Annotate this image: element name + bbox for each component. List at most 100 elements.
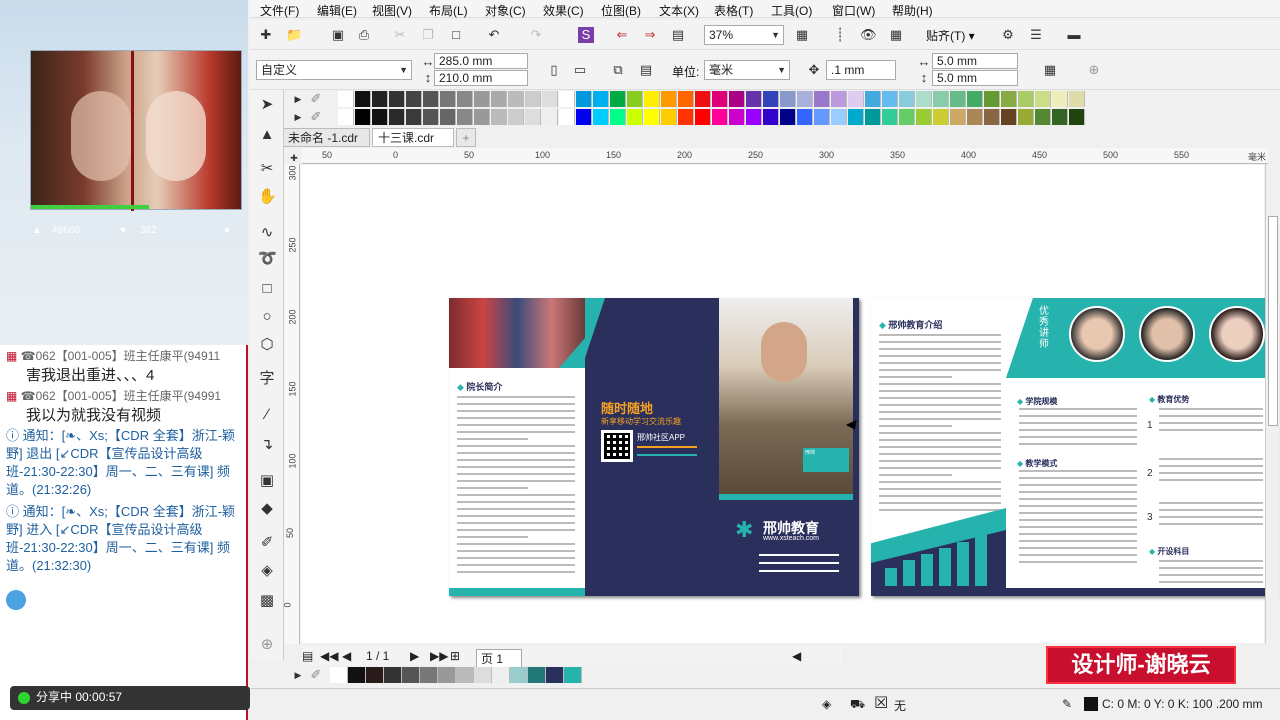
color-swatch[interactable] [1018,109,1034,125]
full-screen-icon[interactable]: ▦ [794,27,810,43]
color-swatch[interactable] [366,667,384,683]
color-swatch[interactable] [916,91,932,107]
color-swatch[interactable] [746,109,762,125]
menu-file[interactable]: 文件(F) [260,2,299,19]
color-swatch[interactable] [440,91,456,107]
color-swatch[interactable] [1069,109,1085,125]
menu-layout[interactable]: 布局(L) [429,2,468,19]
interactive-fill-icon[interactable]: ◈ [258,562,276,580]
color-swatch[interactable] [729,109,745,125]
fill-bucket-icon[interactable]: ⛟ [850,697,865,713]
save-icon[interactable]: ▣ [330,27,346,43]
first-page-icon[interactable]: ◀◀ [320,649,338,663]
color-swatch[interactable] [780,91,796,107]
color-swatch[interactable] [763,109,779,125]
color-swatch[interactable] [695,109,711,125]
menu-view[interactable]: 视图(V) [372,2,412,19]
add-tool-icon[interactable]: ⊕ [258,636,276,654]
current-page-icon[interactable]: ▤ [638,62,654,78]
welcome-screen-icon[interactable]: ▬ [1066,27,1082,43]
color-swatch[interactable] [525,109,541,125]
color-swatch[interactable] [1052,91,1068,107]
prev-page-icon[interactable]: ◀ [342,649,351,663]
color-swatch[interactable] [627,91,643,107]
emoji-icon[interactable] [6,590,26,610]
color-swatch[interactable] [546,667,564,683]
color-swatch[interactable] [576,91,592,107]
redo-icon[interactable]: ↷ [528,27,544,43]
color-swatch[interactable] [542,109,558,125]
menu-table[interactable]: 表格(T) [714,2,753,19]
color-swatch[interactable] [1001,109,1017,125]
export-icon[interactable]: ⇒ [642,27,658,43]
color-swatch[interactable] [593,109,609,125]
vertical-scrollbar[interactable] [1265,164,1279,644]
color-swatch[interactable] [510,667,528,683]
color-swatch[interactable] [967,91,983,107]
color-swatch[interactable] [678,91,694,107]
brochure-outer-spread[interactable]: ◆ 院长简介 随时随地 新享移动学习交流乐趣 邢帅社区APP 邢帅 ✱ 邢帅教育… [449,298,859,596]
color-swatch[interactable] [848,91,864,107]
outline-pen-icon[interactable]: ✎ [1062,697,1072,711]
color-swatch[interactable] [797,91,813,107]
color-swatch[interactable] [797,109,813,125]
color-swatch[interactable] [610,109,626,125]
color-swatch[interactable] [1035,109,1051,125]
color-swatch[interactable] [916,109,932,125]
color-swatch[interactable] [950,91,966,107]
color-swatch[interactable] [492,667,510,683]
menu-help[interactable]: 帮助(H) [892,2,933,19]
shape-tool-icon[interactable]: ▲ [258,126,276,144]
rulers-icon[interactable]: ┊ [832,27,848,43]
app-launcher-icon[interactable]: ☰ [1028,27,1044,43]
nudge-input[interactable]: .1 mm [826,60,896,80]
all-pages-icon[interactable]: ⧉ [610,62,626,78]
palette-scroll-icon[interactable]: ▶ [290,91,306,107]
add-page-icon[interactable]: ⊞ [450,649,460,663]
menu-text[interactable]: 文本(X) [659,2,699,19]
color-swatch[interactable] [559,91,575,107]
color-swatch[interactable] [865,91,881,107]
page-width-input[interactable]: 285.0 mm [434,53,528,69]
color-swatch[interactable] [984,109,1000,125]
rectangle-tool-icon[interactable]: □ [258,280,276,298]
color-swatch[interactable] [882,91,898,107]
open-icon[interactable]: 📁 [286,27,302,43]
color-swatch[interactable] [457,109,473,125]
color-swatch[interactable] [440,109,456,125]
scroll-thumb[interactable] [1268,216,1278,426]
color-swatch[interactable] [372,91,388,107]
color-eyedropper-icon[interactable]: ✐ [258,534,276,552]
treat-as-filled-icon[interactable]: ▦ [1042,62,1058,78]
print-icon[interactable]: ⎙ [356,27,372,43]
connector-tool-icon[interactable]: ↴ [258,436,276,454]
grid-icon[interactable]: ▦ [888,27,904,43]
menu-object[interactable]: 对象(C) [485,2,526,19]
page-height-input[interactable]: 210.0 mm [434,70,528,86]
color-swatch[interactable] [474,109,490,125]
horizontal-ruler[interactable]: 毫米 50 0 50 100 150 200 250 300 350 400 450 500 550 [302,148,1268,164]
color-swatch[interactable] [525,91,541,107]
text-tool-icon[interactable]: 字 [258,370,276,388]
drop-shadow-icon[interactable]: ▣ [258,472,276,490]
color-swatch[interactable] [402,667,420,683]
brochure-inner-spread[interactable]: ◆ 邢帅教育介绍 优秀讲师 ◆ 学院规模 ◆ 教学模式 ◆ 教育优势 ◆ 开设科… [871,298,1275,596]
color-swatch[interactable] [355,109,371,125]
color-swatch[interactable] [1052,109,1068,125]
zoom-select[interactable]: 37% ▼ [704,25,784,45]
new-icon[interactable]: ✚ [258,27,274,43]
color-swatch[interactable] [559,109,575,125]
portrait-icon[interactable]: ▯ [546,62,562,78]
color-swatch[interactable] [420,667,438,683]
color-swatch[interactable] [746,91,762,107]
search-content-icon[interactable]: S [578,27,594,43]
color-swatch[interactable] [508,109,524,125]
tab-lesson13[interactable]: 十三课.cdr [372,128,454,147]
color-swatch[interactable] [348,667,366,683]
cut-icon[interactable]: ✂ [392,27,408,43]
color-swatch[interactable] [372,109,388,125]
color-swatch[interactable] [984,91,1000,107]
color-swatch[interactable] [389,109,405,125]
eyedropper-icon[interactable]: ✐ [308,109,324,125]
color-swatch[interactable] [933,109,949,125]
